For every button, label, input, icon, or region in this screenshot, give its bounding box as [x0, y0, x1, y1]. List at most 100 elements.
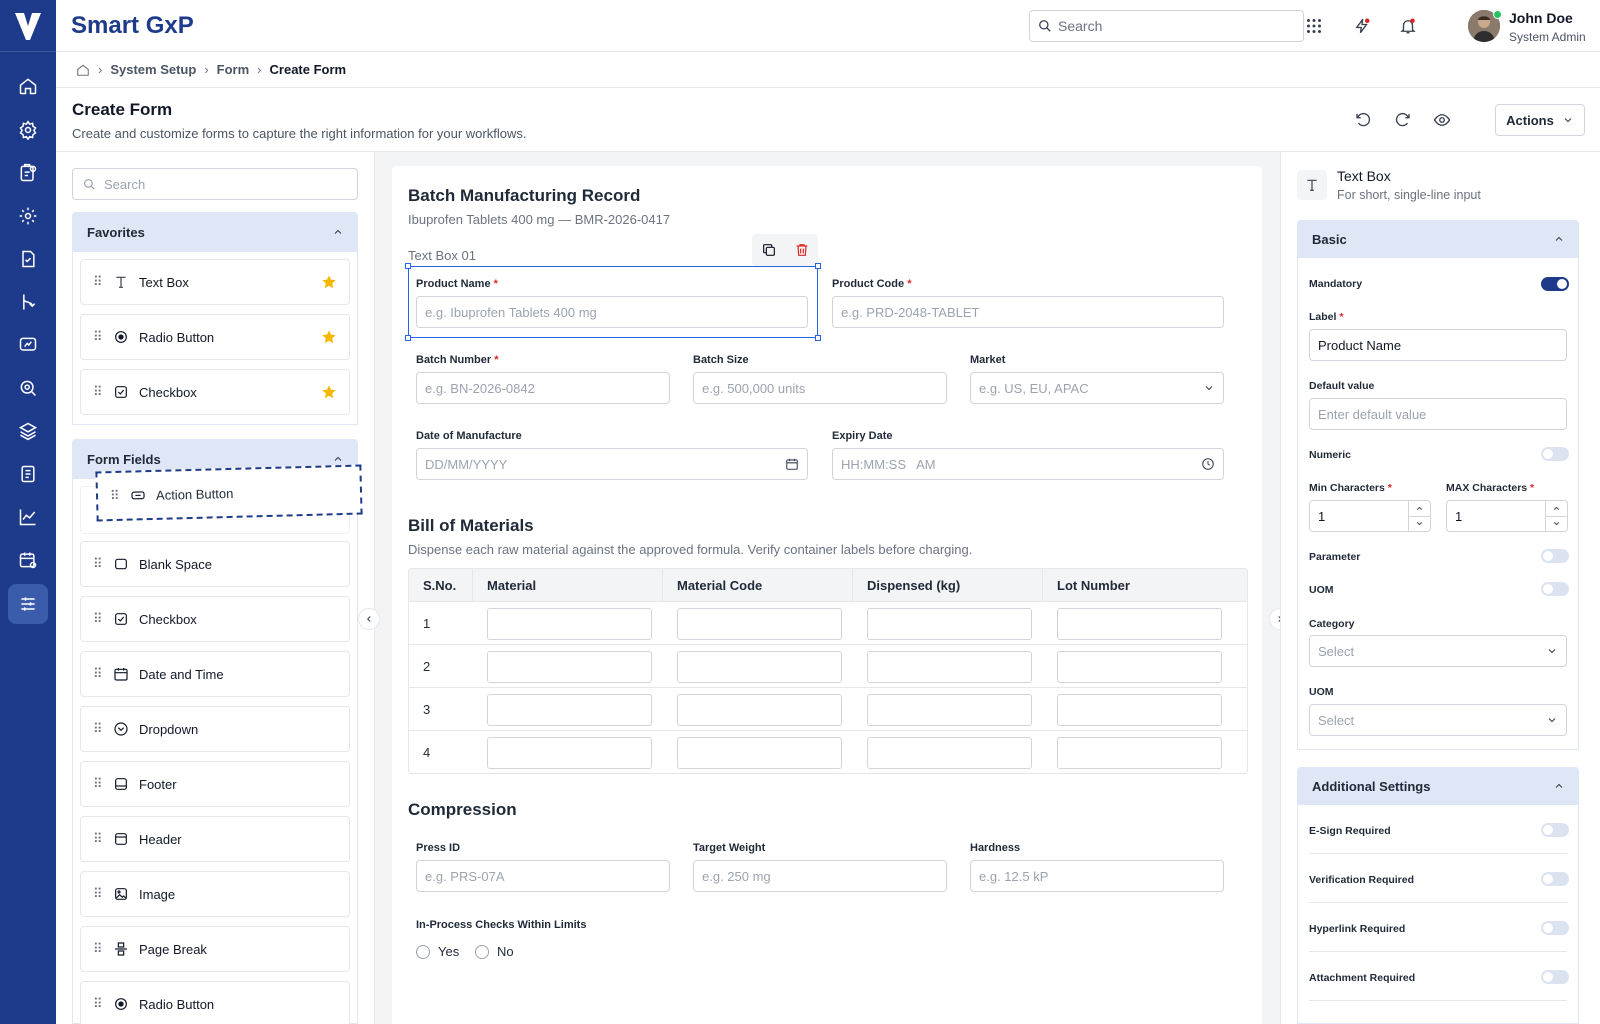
- nav-settings-icon[interactable]: [8, 110, 48, 150]
- stepper-buttons[interactable]: [1408, 501, 1430, 531]
- global-search-input[interactable]: Search: [1029, 10, 1304, 42]
- field-item-image[interactable]: ⠿ Image: [80, 871, 350, 917]
- stepper-down-icon[interactable]: [1409, 517, 1430, 532]
- favorite-item-radio-button[interactable]: ⠿ Radio Button: [80, 314, 350, 360]
- additional-settings-header[interactable]: Additional Settings: [1297, 767, 1579, 805]
- press-id-input[interactable]: e.g. PRS-07A: [416, 860, 670, 892]
- nav-chat-icon[interactable]: [8, 325, 48, 365]
- material-input[interactable]: [487, 694, 652, 726]
- home-icon[interactable]: [76, 63, 90, 77]
- dispensed-input[interactable]: [867, 651, 1032, 683]
- uom-toggle[interactable]: [1541, 582, 1569, 596]
- material-input[interactable]: [487, 651, 652, 683]
- field-item-page-break[interactable]: ⠿ Page Break: [80, 926, 350, 972]
- drag-handle-icon[interactable]: ⠿: [93, 721, 103, 737]
- undo-icon[interactable]: [1351, 108, 1375, 132]
- nav-search-gear-icon[interactable]: [8, 368, 48, 408]
- product-code-input[interactable]: e.g. PRD-2048-TABLET: [832, 296, 1224, 328]
- radio-circle[interactable]: [475, 944, 489, 959]
- star-icon[interactable]: [321, 329, 337, 345]
- material-input[interactable]: [487, 737, 652, 769]
- field-item-dropdown[interactable]: ⠿ Dropdown: [80, 706, 350, 752]
- palette-search-input[interactable]: Search: [72, 168, 358, 200]
- breadcrumb-system-setup[interactable]: System Setup: [110, 62, 196, 77]
- logo[interactable]: [0, 0, 56, 52]
- batch-size-input[interactable]: e.g. 500,000 units: [693, 372, 947, 404]
- nav-sliders-icon[interactable]: [8, 584, 48, 624]
- hardness-input[interactable]: e.g. 12.5 kP: [970, 860, 1224, 892]
- drag-handle-icon[interactable]: ⠿: [93, 666, 103, 682]
- dispensed-input[interactable]: [867, 737, 1032, 769]
- field-item-blank-space[interactable]: ⠿ Blank Space: [80, 541, 350, 587]
- market-select[interactable]: e.g. US, EU, APAC: [970, 372, 1224, 404]
- date-of-manufacture-input[interactable]: DD/MM/YYYY: [416, 448, 808, 480]
- drag-handle-icon[interactable]: ⠿: [93, 556, 103, 572]
- field-item-footer[interactable]: ⠿ Footer: [80, 761, 350, 807]
- drag-handle-icon[interactable]: ⠿: [93, 831, 103, 847]
- favorites-header[interactable]: Favorites: [72, 212, 358, 252]
- stepper-up-icon[interactable]: [1409, 501, 1430, 517]
- min-characters-stepper[interactable]: 1: [1309, 500, 1431, 532]
- nav-layers-icon[interactable]: [8, 411, 48, 451]
- resize-handle[interactable]: [405, 263, 411, 269]
- star-icon[interactable]: [321, 384, 337, 400]
- quick-actions-icon[interactable]: [1350, 14, 1374, 38]
- stepper-down-icon[interactable]: [1546, 517, 1567, 532]
- material-input[interactable]: [487, 608, 652, 640]
- lot-number-input[interactable]: [1057, 694, 1222, 726]
- dragging-field-action-button[interactable]: ⠿ Action Button: [95, 464, 363, 522]
- batch-number-input[interactable]: e.g. BN-2026-0842: [416, 372, 670, 404]
- drag-handle-icon[interactable]: ⠿: [93, 274, 103, 290]
- material-code-input[interactable]: [677, 694, 842, 726]
- parameter-toggle[interactable]: [1541, 549, 1569, 563]
- attachment-required-toggle[interactable]: [1541, 970, 1569, 984]
- collapse-left-panel-button[interactable]: [358, 608, 380, 630]
- material-code-input[interactable]: [677, 737, 842, 769]
- radio-no[interactable]: No: [475, 944, 514, 959]
- resize-handle[interactable]: [815, 335, 821, 341]
- breadcrumb-form[interactable]: Form: [217, 62, 250, 77]
- drag-handle-icon[interactable]: ⠿: [93, 941, 103, 957]
- redo-icon[interactable]: [1391, 108, 1415, 132]
- nav-report-icon[interactable]: [8, 454, 48, 494]
- apps-grid-icon[interactable]: [1302, 14, 1326, 38]
- favorite-item-text-box[interactable]: ⠿ Text Box: [80, 259, 350, 305]
- star-icon[interactable]: [321, 274, 337, 290]
- uom-select[interactable]: Select: [1309, 704, 1567, 736]
- stepper-buttons[interactable]: [1545, 501, 1567, 531]
- delete-icon[interactable]: [794, 242, 810, 258]
- field-item-checkbox[interactable]: ⠿ Checkbox: [80, 596, 350, 642]
- nav-document-check-icon[interactable]: [8, 239, 48, 279]
- drag-handle-icon[interactable]: ⠿: [110, 488, 120, 504]
- duplicate-icon[interactable]: [761, 242, 777, 258]
- favorite-item-checkbox[interactable]: ⠿ Checkbox: [80, 369, 350, 415]
- lot-number-input[interactable]: [1057, 651, 1222, 683]
- drag-handle-icon[interactable]: ⠿: [93, 776, 103, 792]
- material-code-input[interactable]: [677, 651, 842, 683]
- actions-dropdown-button[interactable]: Actions: [1495, 104, 1585, 136]
- radio-circle[interactable]: [416, 944, 430, 959]
- field-item-header[interactable]: ⠿ Header: [80, 816, 350, 862]
- category-select[interactable]: Select: [1309, 635, 1567, 667]
- expiry-date-input[interactable]: HH:MM:SS AM: [832, 448, 1224, 480]
- material-code-input[interactable]: [677, 608, 842, 640]
- nav-branch-icon[interactable]: [8, 282, 48, 322]
- nav-chart-icon[interactable]: [8, 497, 48, 537]
- product-name-input[interactable]: e.g. Ibuprofen Tablets 400 mg: [416, 296, 808, 328]
- max-characters-stepper[interactable]: 1: [1446, 500, 1568, 532]
- dispensed-input[interactable]: [867, 608, 1032, 640]
- dispensed-input[interactable]: [867, 694, 1032, 726]
- preview-eye-icon[interactable]: [1430, 108, 1454, 132]
- nav-home-icon[interactable]: [8, 66, 48, 106]
- resize-handle[interactable]: [405, 335, 411, 341]
- nav-calendar-settings-icon[interactable]: [8, 540, 48, 580]
- resize-handle[interactable]: [815, 263, 821, 269]
- drag-handle-icon[interactable]: ⠿: [93, 886, 103, 902]
- lot-number-input[interactable]: [1057, 608, 1222, 640]
- verification-required-toggle[interactable]: [1541, 872, 1569, 886]
- nav-clipboard-icon[interactable]: [8, 153, 48, 193]
- radio-yes[interactable]: Yes: [416, 944, 459, 959]
- label-input[interactable]: Product Name: [1309, 329, 1567, 361]
- default-value-input[interactable]: Enter default value: [1309, 398, 1567, 430]
- nav-gear-icon[interactable]: [8, 196, 48, 236]
